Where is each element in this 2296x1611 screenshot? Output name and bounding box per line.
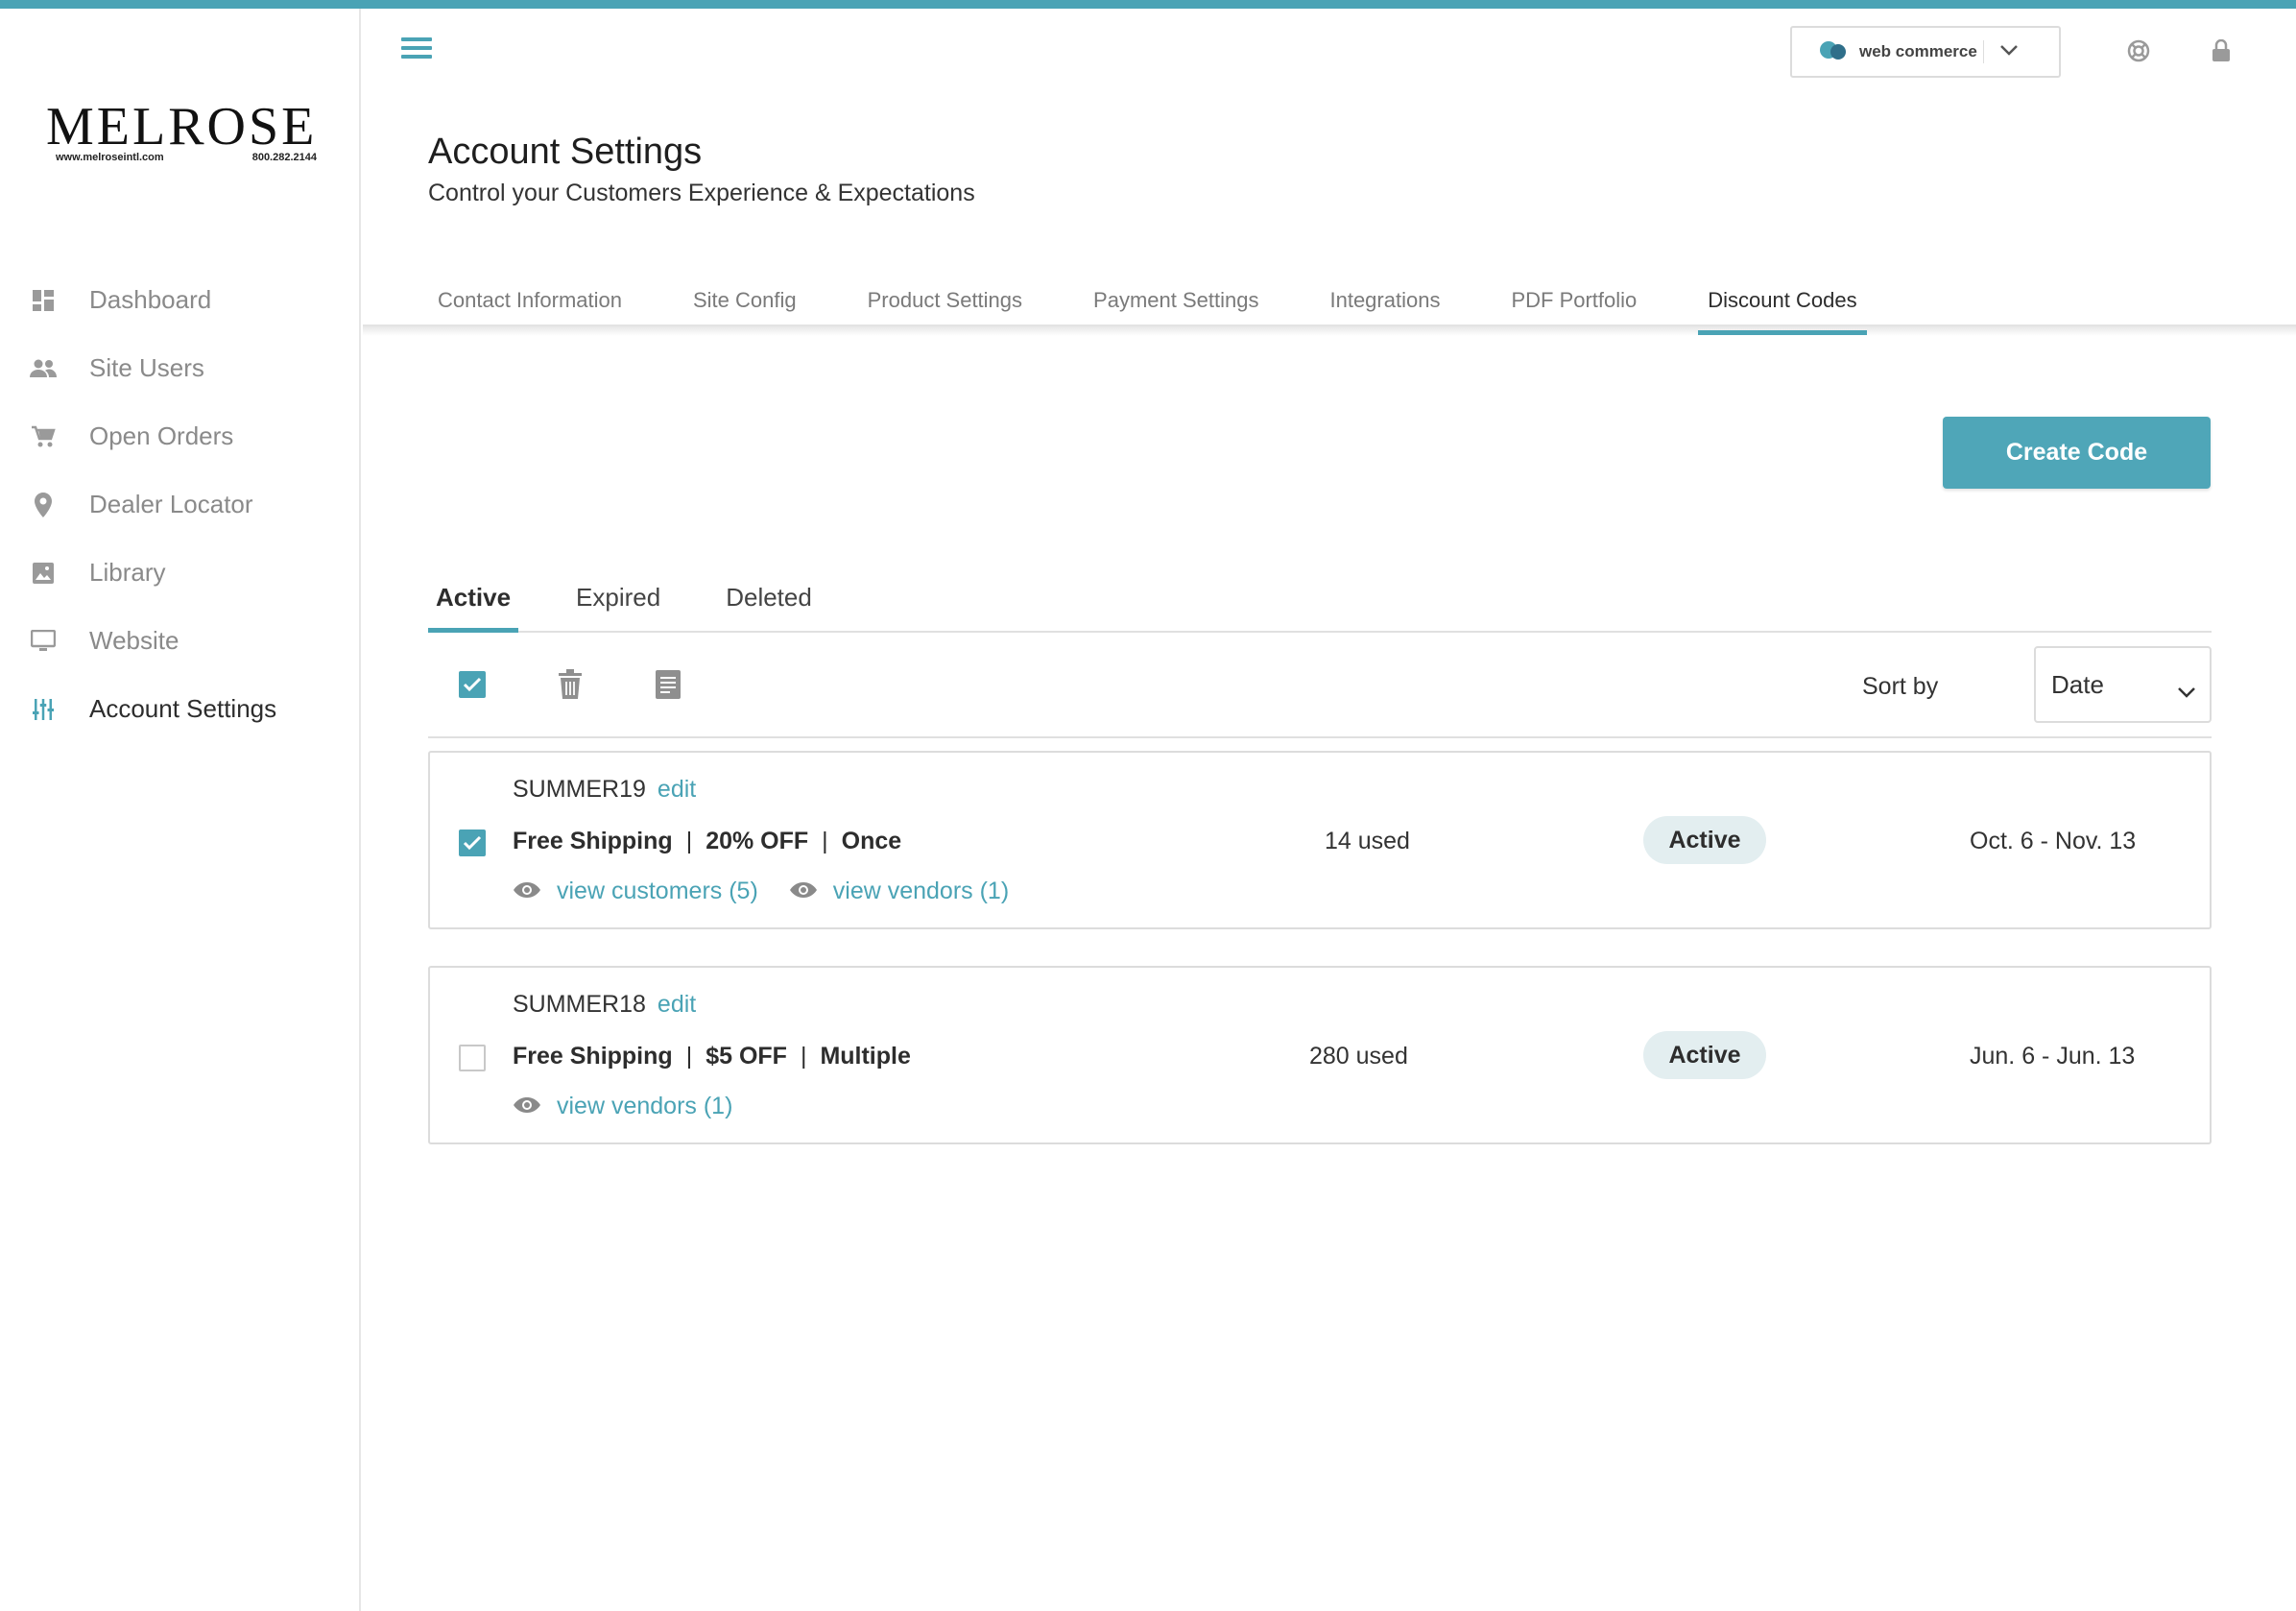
sidebar-item-label: Dealer Locator [89,490,253,518]
users-icon [29,354,58,383]
sidebar-item-label: Website [89,626,179,655]
tab-discount-codes[interactable]: Discount Codes [1698,266,1867,335]
location-pin-icon [29,491,58,519]
bulk-toolbar: Sort by Date [428,635,2212,738]
usage-count: 280 used [1309,1043,1408,1070]
trash-icon[interactable] [557,669,584,705]
sidebar-item-open-orders[interactable]: Open Orders [0,402,361,470]
sidebar: MELROSE www.melroseintl.com 800.282.2144… [0,9,361,1611]
view-customers-link[interactable]: view customers (5) [513,878,758,905]
sidebar-item-label: Open Orders [89,421,234,450]
create-code-button[interactable]: Create Code [1943,417,2211,489]
date-range: Jun. 6 - Jun. 13 [1970,1043,2136,1070]
melrose-logo[interactable]: MELROSE www.melroseintl.com 800.282.2144 [46,100,324,163]
sidebar-item-label: Account Settings [89,694,277,723]
sidebar-item-library[interactable]: Library [0,539,361,607]
discount-code-name: SUMMER18 edit [513,991,696,1019]
chevron-down-icon [2177,675,2196,705]
sidebar-item-website[interactable]: Website [0,607,361,675]
page-title: Account Settings [428,132,703,172]
sidebar-item-label: Dashboard [89,285,212,314]
discount-links: view vendors (1) [513,1093,763,1120]
document-icon[interactable] [655,669,682,705]
page-subtitle: Control your Customers Experience & Expe… [428,180,975,206]
term-frequency: Multiple [820,1043,911,1070]
tab-contact-information[interactable]: Contact Information [428,266,632,335]
image-icon [29,559,58,588]
date-range: Oct. 6 - Nov. 13 [1970,828,2137,854]
logo-wordmark: MELROSE [46,97,318,156]
tab-site-config[interactable]: Site Config [683,266,806,335]
select-all-checkbox[interactable] [459,671,486,698]
sliders-icon [29,695,58,724]
sidebar-nav: Dashboard Site Users Open Orders Dealer … [0,266,361,743]
settings-tabs: Contact Information Site Config Product … [428,266,1867,335]
discount-terms: Free Shipping | 20% OFF | Once [513,828,902,854]
sidebar-item-label: Site Users [89,353,204,382]
code-label: SUMMER19 [513,776,646,803]
sidebar-item-account-settings[interactable]: Account Settings [0,675,361,743]
dashboard-icon [29,286,58,315]
tab-expired[interactable]: Expired [568,564,668,631]
menu-toggle-icon[interactable] [401,37,432,62]
top-accent-bar [0,0,2296,9]
term-amount: 20% OFF [706,828,809,854]
eye-icon [513,1093,541,1120]
tab-pdf-portfolio[interactable]: PDF Portfolio [1501,266,1646,335]
status-tabs: Active Expired Deleted [428,564,2212,633]
code-label: SUMMER18 [513,991,646,1018]
sort-select-value: Date [2051,669,2104,699]
term-amount: $5 OFF [706,1043,787,1070]
discount-links: view customers (5) view vendors (1) [513,878,1040,905]
status-badge: Active [1643,1031,1766,1079]
discount-code-card: SUMMER19 edit Free Shipping | 20% OFF | O… [428,751,2212,929]
lock-icon[interactable] [2208,37,2235,64]
tab-product-settings[interactable]: Product Settings [858,266,1032,335]
edit-link[interactable]: edit [658,991,696,1018]
logo-url: www.melroseintl.com [56,152,164,163]
web-commerce-icon [1819,39,1848,65]
term-frequency: Once [841,828,902,854]
store-selector-value: web commerce [1859,42,1977,60]
discount-code-card: SUMMER18 edit Free Shipping | $5 OFF | Mu… [428,966,2212,1144]
cart-icon [29,422,58,451]
tab-integrations[interactable]: Integrations [1320,266,1449,335]
eye-icon [789,878,818,905]
help-icon[interactable] [2125,37,2152,64]
discount-code-checkbox[interactable] [459,830,486,856]
usage-count: 14 used [1325,828,1410,854]
sidebar-item-dealer-locator[interactable]: Dealer Locator [0,470,361,539]
view-vendors-link[interactable]: view vendors (1) [789,878,1009,905]
term-shipping: Free Shipping [513,828,673,854]
discount-code-checkbox[interactable] [459,1045,486,1071]
eye-icon [513,878,541,905]
view-vendors-link[interactable]: view vendors (1) [513,1093,732,1120]
tab-deleted[interactable]: Deleted [718,564,820,631]
sidebar-item-site-users[interactable]: Site Users [0,334,361,402]
edit-link[interactable]: edit [658,776,696,803]
term-shipping: Free Shipping [513,1043,673,1070]
sort-select[interactable]: Date [2034,646,2212,723]
sort-label: Sort by [1862,673,1939,700]
tab-active[interactable]: Active [428,564,519,633]
sidebar-item-dashboard[interactable]: Dashboard [0,266,361,334]
tab-payment-settings[interactable]: Payment Settings [1084,266,1268,335]
chevron-down-icon [1999,43,2019,60]
discount-terms: Free Shipping | $5 OFF | Multiple [513,1043,911,1070]
main-content: web commerce Account Settings Control yo… [363,9,2296,1611]
sidebar-item-label: Library [89,558,166,587]
monitor-icon [29,627,58,656]
status-badge: Active [1643,816,1766,864]
discount-code-name: SUMMER19 edit [513,776,696,804]
logo-phone: 800.282.2144 [251,152,317,163]
store-selector[interactable]: web commerce [1790,26,2061,78]
